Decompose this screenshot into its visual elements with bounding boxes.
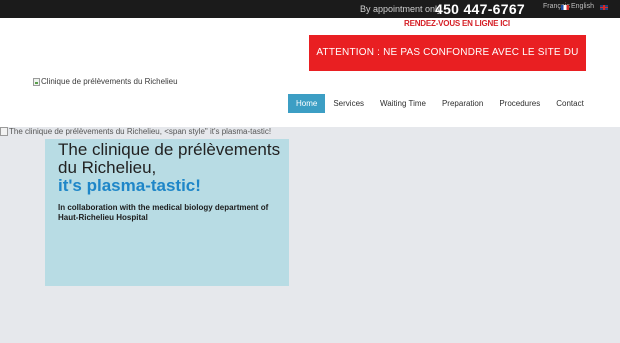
nav-contact[interactable]: Contact — [548, 94, 592, 113]
broken-image-icon — [0, 127, 8, 136]
hero-title: The clinique de prélèvements du Richelie… — [58, 140, 281, 177]
nav-procedures[interactable]: Procedures — [491, 94, 548, 113]
online-appointment-link[interactable]: RENDEZ-VOUS EN LIGNE ICI — [404, 19, 510, 28]
hero-image-alt: The clinique de prélèvements du Richelie… — [9, 127, 272, 136]
france-flag-icon[interactable] — [561, 5, 569, 10]
hero-image: The clinique de prélèvements du Richelie… — [0, 127, 300, 137]
top-bar: By appointment only 450 447-6767 Françai… — [0, 0, 620, 18]
nav-waiting-time[interactable]: Waiting Time — [372, 94, 434, 113]
hero-tagline: it's plasma-tastic! — [58, 176, 201, 195]
nav-preparation[interactable]: Preparation — [434, 94, 491, 113]
logo[interactable]: Clinique de prélèvements du Richelieu — [33, 77, 178, 86]
appointment-text: By appointment only — [360, 4, 442, 14]
language-english-link[interactable]: English — [571, 3, 594, 10]
hero-subtitle: In collaboration with the medical biolog… — [58, 203, 269, 222]
uk-flag-icon[interactable] — [600, 5, 608, 10]
main-nav: Home Services Waiting Time Preparation P… — [288, 94, 592, 113]
logo-alt-text: Clinique de prélèvements du Richelieu — [41, 77, 178, 86]
nav-home[interactable]: Home — [288, 94, 326, 113]
attention-banner[interactable]: ATTENTION : NE PAS CONFONDRE AVEC LE SIT… — [309, 35, 586, 94]
phone-number[interactable]: 450 447-6767 — [435, 1, 525, 17]
broken-image-icon — [33, 77, 40, 86]
nav-services[interactable]: Services — [325, 94, 372, 113]
